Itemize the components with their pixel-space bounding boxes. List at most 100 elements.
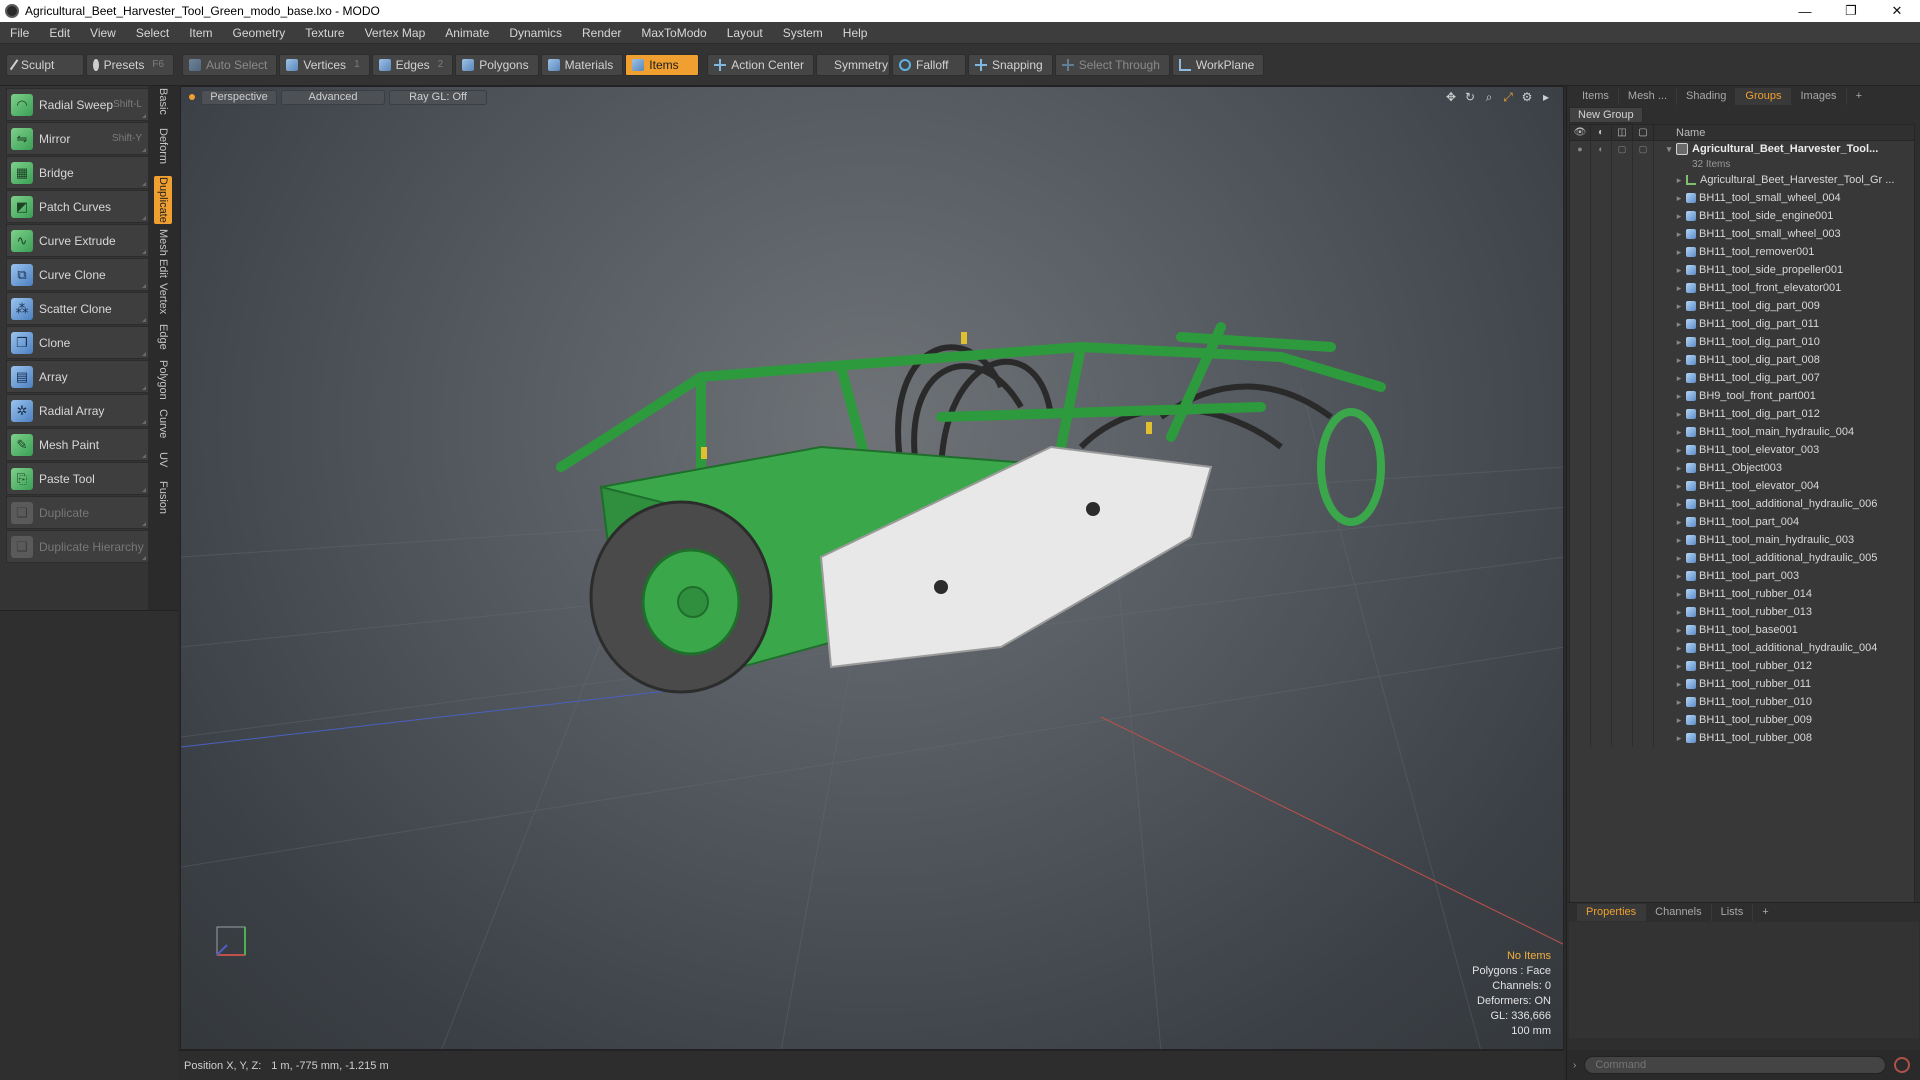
materials-button[interactable]: Materials [540,53,624,76]
locator-expand-icon[interactable]: ▸ [1674,175,1684,186]
group-item-row[interactable]: ▸ BH11_tool_dig_part_007 [1570,369,1914,387]
fit-icon[interactable]: ⤢ [1501,90,1515,104]
tab-images[interactable]: Images [1791,87,1847,105]
select-through-button[interactable]: Select Through [1054,53,1170,76]
tab-items[interactable]: Items [1573,87,1619,105]
expand-arrow-icon[interactable]: ▸ [1674,679,1684,690]
expand-arrow-icon[interactable]: ▸ [1674,193,1684,204]
group-item-row[interactable]: ▸ BH11_tool_dig_part_009 [1570,297,1914,315]
expand-arrow-icon[interactable]: ▸ [1674,643,1684,654]
group-item-row[interactable]: ▸ BH11_tool_dig_part_008 [1570,351,1914,369]
more-arrow-icon[interactable]: ▸ [1539,90,1553,104]
expand-arrow-icon[interactable]: ▸ [1674,445,1684,456]
tool-bridge[interactable]: ▦ Bridge [6,156,149,189]
menu-select[interactable]: Select [126,22,179,44]
vertices-button[interactable]: Vertices 1 [279,53,370,76]
menu-system[interactable]: System [773,22,833,44]
tab-properties[interactable]: Properties [1577,904,1647,921]
tab-polygon[interactable]: Polygon [154,358,172,402]
command-input[interactable] [1584,1056,1887,1074]
expand-arrow-icon[interactable]: ▸ [1674,427,1684,438]
tab-edge[interactable]: Edge [154,320,172,354]
expand-arrow-icon[interactable]: ▸ [1674,301,1684,312]
falloff-button[interactable]: Falloff [891,53,966,76]
symmetry-button[interactable]: Symmetry [815,53,890,76]
menu-file[interactable]: File [0,22,39,44]
expand-arrow-icon[interactable]: ▸ [1674,355,1684,366]
3d-viewport[interactable]: Perspective Advanced Ray GL: Off ✥ ↻ ⌕ ⤢… [180,86,1564,1050]
group-item-row[interactable]: ▸ BH11_tool_main_hydraulic_003 [1570,531,1914,549]
expand-arrow-icon[interactable]: ▸ [1674,571,1684,582]
expand-arrow-icon[interactable]: ▸ [1674,661,1684,672]
add-properties-tab-button[interactable]: + [1753,904,1777,921]
pan-icon[interactable]: ✥ [1444,90,1458,104]
command-history-icon[interactable] [1894,1057,1911,1073]
group-item-row[interactable]: ▸ BH11_Object003 [1570,459,1914,477]
menu-maxtomodo[interactable]: MaxToModo [631,22,716,44]
group-item-row[interactable]: ▸ BH11_tool_additional_hydraulic_004 [1570,639,1914,657]
expand-arrow-icon[interactable]: ▸ [1674,517,1684,528]
command-expand-icon[interactable]: › [1573,1060,1576,1071]
snapping-button[interactable]: Snapping [967,53,1053,76]
workplane-button[interactable]: WorkPlane [1171,53,1265,76]
menu-help[interactable]: Help [833,22,878,44]
expand-arrow-icon[interactable]: ▸ [1674,535,1684,546]
expand-arrow-icon[interactable]: ▸ [1674,553,1684,564]
tool-curve-extrude[interactable]: ∿ Curve Extrude [6,224,149,257]
menu-layout[interactable]: Layout [717,22,773,44]
group-item-row[interactable]: ▸ BH11_tool_additional_hydraulic_005 [1570,549,1914,567]
expand-arrow-icon[interactable]: ▸ [1674,733,1684,744]
tool-curve-clone[interactable]: ⧉ Curve Clone [6,258,149,291]
menu-render[interactable]: Render [572,22,631,44]
group-item-row[interactable]: ▸ BH11_tool_side_engine001 [1570,207,1914,225]
tab-deform[interactable]: Deform [154,120,172,172]
group-item-row[interactable]: ▸ BH11_tool_main_hydraulic_004 [1570,423,1914,441]
group-item-row[interactable]: ▸ BH11_tool_dig_part_010 [1570,333,1914,351]
expand-arrow-icon[interactable]: ▸ [1674,319,1684,330]
settings-gear-icon[interactable]: ⚙ [1520,90,1534,104]
viewport-options-dot[interactable] [189,94,195,100]
group-item-row[interactable]: ▸ BH11_tool_front_elevator001 [1570,279,1914,297]
tool-mesh-paint[interactable]: ✎ Mesh Paint [6,428,149,461]
lock-column-icon[interactable]: ◫ [1612,125,1633,141]
tab-vertex[interactable]: Vertex [154,282,172,316]
tool-clone[interactable]: ❐ Clone [6,326,149,359]
expand-arrow-icon[interactable]: ▸ [1674,265,1684,276]
expand-arrow-icon[interactable]: ▸ [1674,247,1684,258]
menu-vertex-map[interactable]: Vertex Map [355,22,436,44]
group-item-row[interactable]: ▸ BH11_tool_elevator_003 [1570,441,1914,459]
expand-arrow-icon[interactable]: ▸ [1674,481,1684,492]
menu-item[interactable]: Item [179,22,222,44]
expand-arrow-icon[interactable]: ▸ [1674,607,1684,618]
expand-arrow-icon[interactable]: ▸ [1674,697,1684,708]
tab-uv[interactable]: UV [154,446,172,474]
expand-arrow-icon[interactable]: ▸ [1674,337,1684,348]
group-item-row[interactable]: ▸ BH11_tool_elevator_004 [1570,477,1914,495]
expand-arrow-icon[interactable]: ▸ [1674,373,1684,384]
expand-arrow-icon[interactable]: ▸ [1674,409,1684,420]
group-item-row[interactable]: ▸ BH11_tool_rubber_012 [1570,657,1914,675]
tab-mesh[interactable]: Mesh ... [1619,87,1678,105]
tool-mirror[interactable]: ⇋ Mirror Shift-Y [6,122,149,155]
new-group-button[interactable]: New Group [1569,107,1643,123]
expand-arrow-icon[interactable]: ▸ [1674,715,1684,726]
tab-groups[interactable]: Groups [1736,87,1792,105]
view-mode-dropdown[interactable]: Perspective [201,89,277,105]
group-item-row[interactable]: ▸ BH11_tool_remover001 [1570,243,1914,261]
group-item-row[interactable]: ▸ BH11_tool_additional_hydraulic_006 [1570,495,1914,513]
name-column-header[interactable]: Name [1654,127,1705,139]
tab-channels[interactable]: Channels [1646,904,1712,921]
group-item-row[interactable]: ▸ BH11_tool_small_wheel_004 [1570,189,1914,207]
expand-arrow-icon[interactable]: ▸ [1674,625,1684,636]
tab-fusion[interactable]: Fusion [154,478,172,518]
group-item-row[interactable]: ▸ BH11_tool_base001 [1570,621,1914,639]
group-item-row[interactable]: ▸ BH11_tool_rubber_009 [1570,711,1914,729]
tab-curve[interactable]: Curve [154,406,172,442]
expand-arrow-icon[interactable]: ▸ [1674,589,1684,600]
close-button[interactable]: ✕ [1874,0,1920,22]
group-item-row[interactable]: ▸ BH11_tool_dig_part_011 [1570,315,1914,333]
shading-mode-dropdown[interactable]: Advanced [281,89,385,105]
menu-view[interactable]: View [80,22,126,44]
zoom-icon[interactable]: ⌕ [1482,90,1496,104]
group-item-row[interactable]: ▸ BH11_tool_small_wheel_003 [1570,225,1914,243]
